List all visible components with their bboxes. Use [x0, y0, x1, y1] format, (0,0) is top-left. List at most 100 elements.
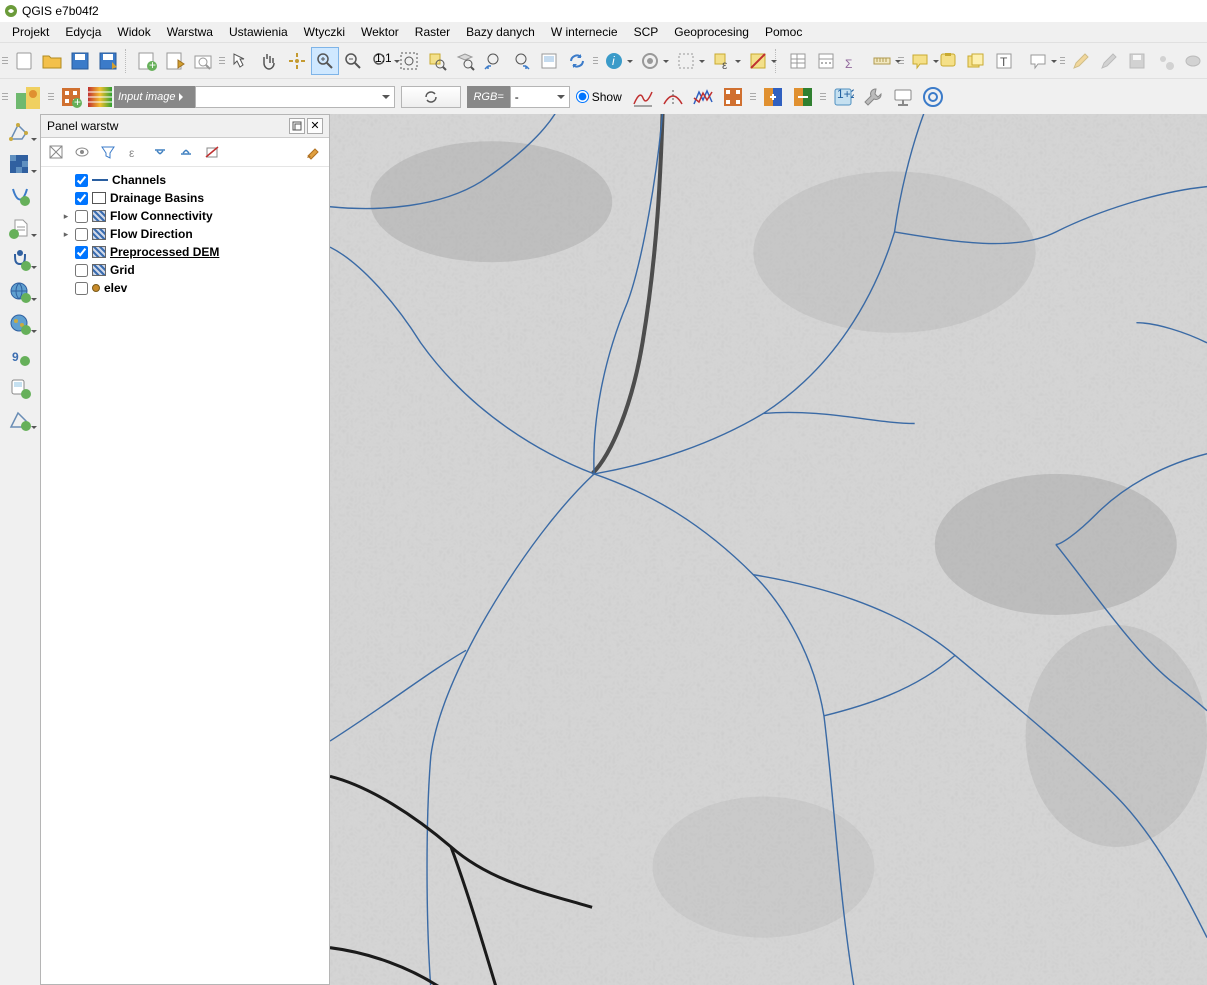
pan-button[interactable] — [255, 47, 283, 75]
new-bookmark-button[interactable] — [934, 47, 962, 75]
open-project-button[interactable] — [38, 47, 66, 75]
save-edits-button[interactable] — [1123, 47, 1151, 75]
menu-wtyczki[interactable]: Wtyczki — [296, 23, 353, 41]
add-postgis-button[interactable] — [3, 246, 37, 274]
scp-roi-pointer-button[interactable] — [718, 83, 748, 111]
expand-icon[interactable]: ▸ — [61, 229, 71, 240]
scp-main-button[interactable] — [10, 83, 46, 111]
menu-ustawienia[interactable]: Ustawienia — [221, 23, 296, 41]
scp-input-button[interactable] — [86, 83, 114, 111]
digitize-feature-button[interactable] — [1179, 47, 1207, 75]
scp-roi-button[interactable]: + — [56, 83, 86, 111]
scp-preview-button[interactable] — [758, 83, 788, 111]
add-raster-button[interactable] — [3, 150, 37, 178]
text-annotation-button[interactable]: T — [990, 47, 1018, 75]
toolbar-handle[interactable] — [2, 85, 8, 109]
menu-raster[interactable]: Raster — [407, 23, 458, 41]
new-project-button[interactable] — [10, 47, 38, 75]
scp-spectral-plot-button[interactable] — [688, 83, 718, 111]
menu-w-internecie[interactable]: W internecie — [543, 23, 626, 41]
collapse-all-button[interactable] — [175, 141, 197, 163]
toolbar-handle[interactable] — [820, 85, 826, 109]
remove-layer-button[interactable] — [201, 141, 223, 163]
menu-wektor[interactable]: Wektor — [353, 23, 407, 41]
layer-visibility-checkbox[interactable] — [75, 282, 88, 295]
show-checkbox[interactable]: Show — [576, 90, 622, 104]
select-button[interactable] — [672, 47, 700, 75]
zoom-to-selection-button[interactable] — [423, 47, 451, 75]
expand-icon[interactable]: ▸ — [61, 211, 71, 222]
scp-plot-stddev-button[interactable] — [658, 83, 688, 111]
menu-widok[interactable]: Widok — [109, 23, 158, 41]
attribute-table-button[interactable] — [784, 47, 812, 75]
field-calculator-button[interactable] — [812, 47, 840, 75]
annotation-button[interactable] — [1024, 47, 1052, 75]
add-vector-button[interactable] — [3, 118, 37, 146]
scp-help-button[interactable] — [918, 83, 948, 111]
pan-selection-button[interactable] — [227, 47, 255, 75]
action-button[interactable] — [636, 47, 664, 75]
digitize-add-button[interactable] — [1151, 47, 1179, 75]
menu-edycja[interactable]: Edycja — [57, 23, 109, 41]
layer-style-button[interactable] — [45, 141, 67, 163]
edit-pencil-button[interactable] — [1067, 47, 1095, 75]
toolbar-handle[interactable] — [1060, 49, 1066, 73]
layer-visibility-checkbox[interactable] — [75, 210, 88, 223]
menu-warstwa[interactable]: Warstwa — [159, 23, 221, 41]
save-project-button[interactable] — [66, 47, 94, 75]
deselect-button[interactable] — [744, 47, 772, 75]
map-canvas[interactable] — [330, 114, 1207, 985]
scp-calc-button[interactable]: 1+2 — [828, 83, 858, 111]
layer-tree[interactable]: ChannelsDrainage Basins▸Flow Connectivit… — [41, 167, 329, 984]
add-wfs-button[interactable] — [3, 310, 37, 338]
manage-visibility-button[interactable] — [71, 141, 93, 163]
layer-row-drainage-basins[interactable]: Drainage Basins — [43, 189, 327, 207]
scp-tools-button[interactable] — [858, 83, 888, 111]
zoom-in-button[interactable] — [311, 47, 339, 75]
zoom-full-button[interactable] — [395, 47, 423, 75]
add-wms-button[interactable] — [3, 278, 37, 306]
layout-manager-button[interactable] — [161, 47, 189, 75]
layer-row-channels[interactable]: Channels — [43, 171, 327, 189]
layer-visibility-checkbox[interactable] — [75, 228, 88, 241]
toolbar-handle[interactable] — [2, 49, 8, 73]
close-panel-button[interactable]: ✕ — [307, 118, 323, 134]
new-map-view-button[interactable] — [535, 47, 563, 75]
map-tips-button[interactable] — [906, 47, 934, 75]
layer-brush-button[interactable] — [303, 141, 325, 163]
menu-pomoc[interactable]: Pomoc — [757, 23, 810, 41]
expand-all-button[interactable] — [149, 141, 171, 163]
identify-button[interactable]: i — [600, 47, 628, 75]
filter-legend-button[interactable] — [97, 141, 119, 163]
menu-bazy-danych[interactable]: Bazy danych — [458, 23, 543, 41]
layer-visibility-checkbox[interactable] — [75, 246, 88, 259]
add-mesh-button[interactable] — [3, 182, 37, 210]
statistics-button[interactable]: Σ — [840, 47, 868, 75]
scp-preprocess-button[interactable] — [788, 83, 818, 111]
layer-visibility-checkbox[interactable] — [75, 264, 88, 277]
zoom-next-button[interactable] — [507, 47, 535, 75]
add-virtual-button[interactable]: 9 — [3, 342, 37, 370]
scp-plot-cumulative-button[interactable] — [628, 83, 658, 111]
toolbar-handle[interactable] — [593, 49, 599, 73]
measure-button[interactable] — [868, 47, 896, 75]
filter-legend-expr-button[interactable]: ε — [123, 141, 145, 163]
pan-to-selection-button[interactable] — [283, 47, 311, 75]
add-delimited-button[interactable] — [3, 214, 37, 242]
style-manager-button[interactable] — [189, 47, 217, 75]
layer-visibility-checkbox[interactable] — [75, 174, 88, 187]
scp-refresh-button[interactable] — [401, 86, 461, 108]
add-gps-button[interactable] — [3, 374, 37, 402]
new-print-layout-button[interactable]: + — [133, 47, 161, 75]
rgb-dropdown[interactable]: - — [510, 86, 570, 108]
edit-pencil-2-button[interactable] — [1095, 47, 1123, 75]
select-by-value-button[interactable]: ε — [708, 47, 736, 75]
menu-geoprocesing[interactable]: Geoprocesing — [666, 23, 757, 41]
scp-display-button[interactable] — [888, 83, 918, 111]
input-image-dropdown[interactable] — [195, 86, 395, 108]
layer-row-grid[interactable]: Grid — [43, 261, 327, 279]
show-bookmarks-button[interactable] — [962, 47, 990, 75]
zoom-out-button[interactable] — [339, 47, 367, 75]
zoom-last-button[interactable] — [479, 47, 507, 75]
menu-scp[interactable]: SCP — [626, 23, 667, 41]
